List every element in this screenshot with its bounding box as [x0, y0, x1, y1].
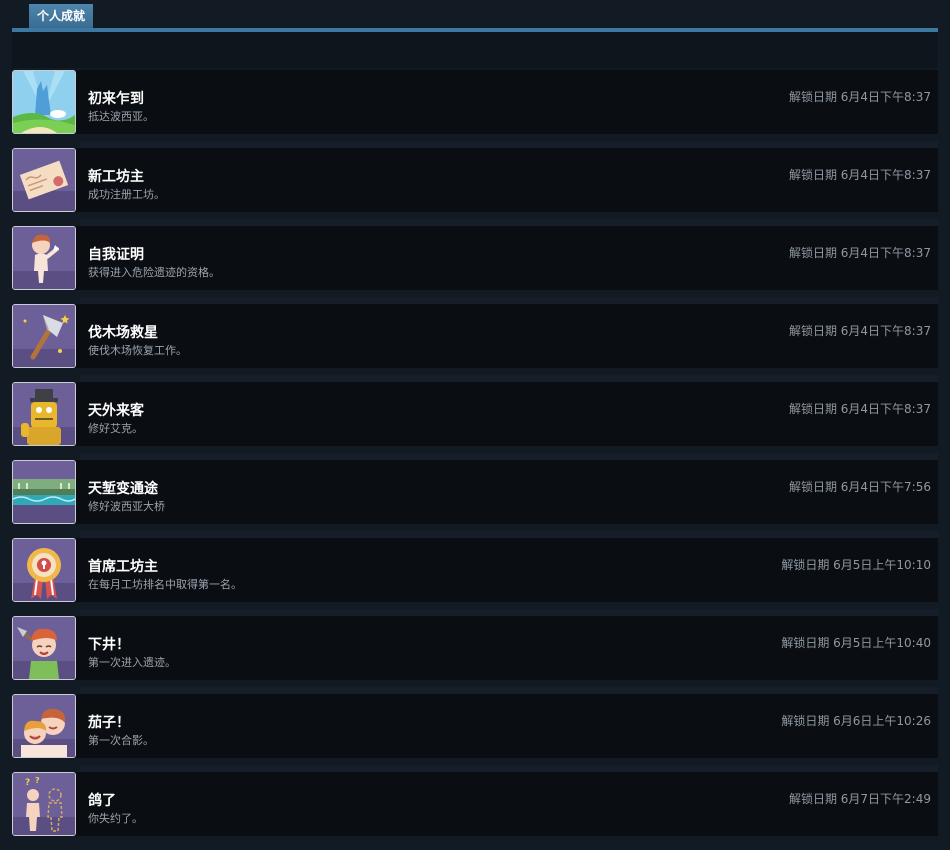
svg-text:?: ? — [35, 776, 40, 785]
achievement-description: 在每月工坊排名中取得第一名。 — [88, 578, 242, 591]
achievement-title: 初来乍到 — [88, 91, 144, 107]
achievement-row[interactable]: 伐木场救星 使伐木场恢复工作。 解锁日期 6月4日下午8:37 — [12, 297, 938, 368]
achievement-title: 天堑变通途 — [88, 481, 158, 497]
missing-person-icon: ? ? — [12, 772, 76, 836]
achievement-title: 茄子！ — [88, 715, 130, 731]
achievement-description: 抵达波西亚。 — [88, 110, 154, 123]
unlock-time: 解锁日期 6月4日下午8:37 — [788, 402, 931, 416]
achievement-title: 首席工坊主 — [88, 559, 158, 575]
robot-icon — [12, 382, 76, 446]
achievement-description: 成功注册工坊。 — [88, 188, 165, 201]
tab-personal-achievements[interactable]: 个人成就 — [29, 4, 94, 28]
landscape-icon — [12, 70, 76, 134]
achievement-title: 鸽了 — [88, 793, 116, 809]
bridge-icon — [12, 460, 76, 524]
header-band — [12, 32, 938, 68]
achievement-description: 获得进入危险遗迹的资格。 — [88, 266, 220, 279]
unlock-time: 解锁日期 6月4日下午8:37 — [788, 90, 931, 104]
achievement-title: 自我证明 — [88, 247, 144, 263]
unlock-time: 解锁日期 6月5日上午10:40 — [781, 636, 931, 650]
achievement-description: 使伐木场恢复工作。 — [88, 344, 187, 357]
achievement-row[interactable]: 新工坊主 成功注册工坊。 解锁日期 6月4日下午8:37 — [12, 141, 938, 212]
achievement-row[interactable]: 天外来客 修好艾克。 解锁日期 6月4日下午8:37 — [12, 375, 938, 446]
achievement-row[interactable]: 初来乍到 抵达波西亚。 解锁日期 6月4日下午8:37 — [12, 70, 938, 134]
medal-icon — [12, 538, 76, 602]
achievement-row[interactable]: 自我证明 获得进入危险遗迹的资格。 解锁日期 6月4日下午8:37 — [12, 219, 938, 290]
unlock-time: 解锁日期 6月4日下午8:37 — [788, 168, 931, 182]
achievement-row[interactable]: 下井！ 第一次进入遗迹。 解锁日期 6月5日上午10:40 — [12, 609, 938, 680]
unlock-time: 解锁日期 6月4日下午7:56 — [788, 480, 931, 494]
achievement-title: 下井！ — [88, 637, 130, 653]
unlock-time: 解锁日期 6月5日上午10:10 — [781, 558, 931, 572]
miner-icon — [12, 616, 76, 680]
achievement-title: 伐木场救星 — [88, 325, 158, 341]
achievement-list: 初来乍到 抵达波西亚。 解锁日期 6月4日下午8:37 新工坊主 成功注册工坊。… — [12, 70, 938, 850]
svg-text:?: ? — [25, 778, 30, 788]
achievement-row[interactable]: 天堑变通途 修好波西亚大桥 解锁日期 6月4日下午7:56 — [12, 453, 938, 524]
achievement-title: 天外来客 — [88, 403, 144, 419]
achievement-description: 你失约了。 — [88, 812, 143, 825]
achievement-description: 第一次合影。 — [88, 734, 154, 747]
unlock-time: 解锁日期 6月4日下午8:37 — [788, 246, 931, 260]
achievement-row[interactable]: 首席工坊主 在每月工坊排名中取得第一名。 解锁日期 6月5日上午10:10 — [12, 531, 938, 602]
axe-icon — [12, 304, 76, 368]
selfie-icon — [12, 694, 76, 758]
child-icon — [12, 226, 76, 290]
letter-icon — [12, 148, 76, 212]
achievement-title: 新工坊主 — [88, 169, 144, 185]
achievement-description: 修好波西亚大桥 — [88, 500, 165, 513]
achievement-row[interactable]: 茄子！ 第一次合影。 解锁日期 6月6日上午10:26 — [12, 687, 938, 758]
unlock-time: 解锁日期 6月7日下午2:49 — [788, 792, 931, 806]
achievement-description: 修好艾克。 — [88, 422, 143, 435]
achievement-row[interactable]: ? ? 鸽了 你失约了。 解锁日期 6月7日下午2:49 — [12, 765, 938, 836]
unlock-time: 解锁日期 6月6日上午10:26 — [781, 714, 931, 728]
unlock-time: 解锁日期 6月4日下午8:37 — [788, 324, 931, 338]
achievement-description: 第一次进入遗迹。 — [88, 656, 176, 669]
